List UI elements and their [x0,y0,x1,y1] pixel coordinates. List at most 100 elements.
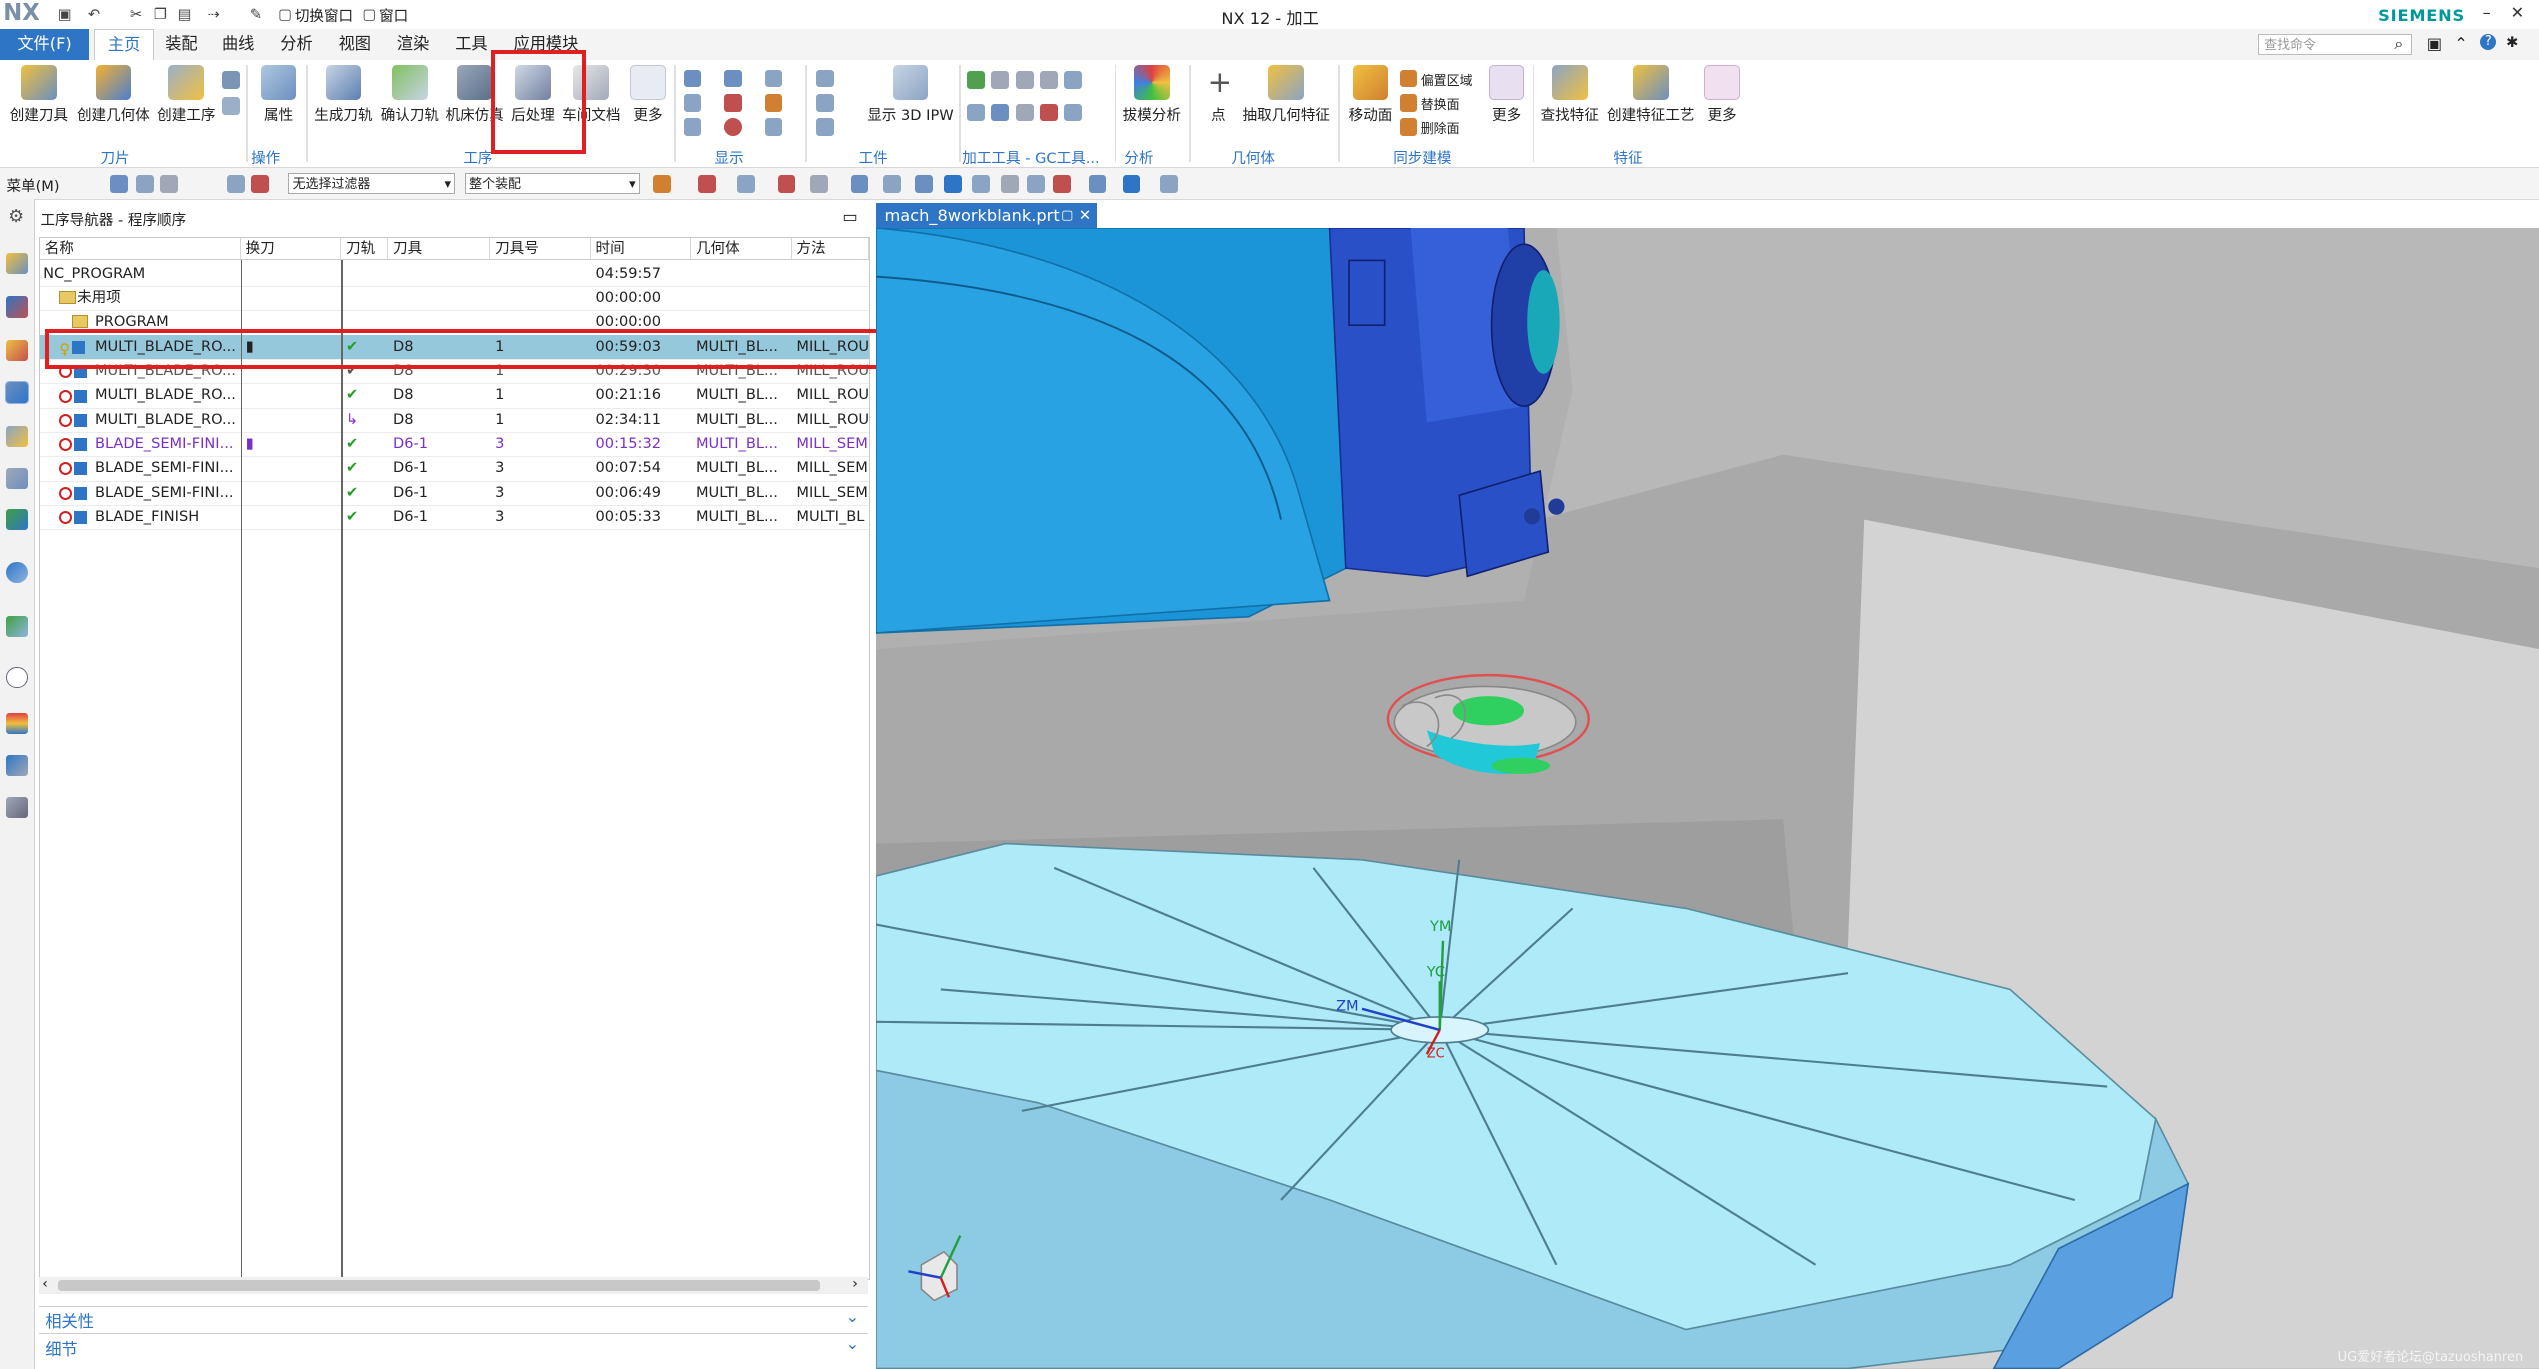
view-icon-4[interactable] [944,174,963,193]
verify-path-button[interactable]: 确认刀轨 [379,64,441,125]
expand-chevron-icon[interactable]: ⌄ [846,1334,860,1353]
operation-navigator-icon[interactable] [5,381,29,405]
collapse-ribbon-icon[interactable]: ⌃ [2454,34,2468,53]
system-materials-icon[interactable] [6,712,28,734]
constraint-navigator-icon[interactable] [6,340,28,362]
table-row[interactable]: NC_PROGRAM 04:59:57 [39,262,870,288]
workpiece-icon-3[interactable] [816,118,835,137]
gc-tool-icon-6[interactable] [967,103,985,122]
replace-face-button[interactable]: 替换面 [1421,94,1460,113]
part-navigator-icon[interactable] [6,252,28,274]
view-icon-7[interactable] [1027,174,1045,193]
snap-icon-1[interactable] [652,174,671,193]
display-icon-2[interactable] [683,93,702,112]
details-panel[interactable]: 细节 ⌄ [38,1333,869,1359]
group-label-actions[interactable]: 操作 [251,147,280,168]
minimize-button[interactable]: – [2474,3,2500,26]
delete-face-button[interactable]: 删除面 [1421,118,1460,137]
scope-dropdown[interactable]: 整个装配 [464,173,640,195]
assembly-navigator-icon[interactable] [6,296,28,318]
view-icon-11[interactable] [1159,174,1178,193]
display-icon-5[interactable] [724,93,742,112]
snap-icon-3[interactable] [737,174,755,193]
small-op-icon-2[interactable] [221,97,240,115]
display-icon-6[interactable] [724,118,742,137]
settings-icon[interactable]: ⚙ [8,206,24,227]
more-button-2[interactable]: 更多 [1487,64,1526,125]
column-header-path[interactable]: 刀轨 [341,237,389,261]
view-icon-5[interactable] [972,174,990,193]
snap-icon-5[interactable] [810,174,828,193]
selection-icon-1[interactable] [110,174,128,193]
view-icon-9[interactable] [1088,174,1107,193]
graphics-tab[interactable]: mach_8workblank.prt ▢ ✕ [876,202,1097,229]
search-icon[interactable]: ⌕ [2394,34,2403,54]
column-header-name[interactable]: 名称 [39,237,241,261]
view-icon-2[interactable] [882,174,901,193]
display-icon-1[interactable] [683,69,702,88]
float-window-icon[interactable]: ▢ [1061,203,1073,229]
resource-icon[interactable]: ✱ [2506,34,2518,51]
tab-view[interactable]: 视图 [330,29,379,60]
table-row[interactable]: MULTI_BLADE_RO... ✔ D8 1 00:21:16 MULTI_BL...… [39,383,870,409]
more-button-3[interactable]: 更多 [1703,64,1742,125]
type-filter-dropdown[interactable]: 无选择过滤器 [288,173,456,195]
expand-chevron-icon[interactable]: ⌄ [846,1307,860,1326]
workpiece-icon-2[interactable] [816,93,835,112]
view-icon-8[interactable] [1053,174,1071,193]
table-row[interactable]: BLADE_SEMI-FINI... ▮ ✔ D6-1 3 00:15:32 MULTI_B… [39,432,870,458]
column-header-geometry[interactable]: 几何体 [691,237,792,261]
tab-render[interactable]: 渲染 [389,29,438,60]
machine-navigator-icon[interactable] [6,426,28,448]
menu-button[interactable]: 菜单(M) [6,175,59,196]
column-header-toolchange[interactable]: 换刀 [240,237,342,261]
close-button[interactable]: ✕ [2505,3,2531,26]
create-geometry-button[interactable]: 创建几何体 [75,64,153,125]
create-operation-button[interactable]: 创建工序 [156,64,218,125]
view-icon-3[interactable] [915,174,934,193]
gc-tool-icon-9[interactable] [1040,103,1058,122]
draft-analysis-button[interactable]: 拔模分析 [1121,64,1183,125]
selection-icon-4[interactable] [226,174,245,193]
point-button[interactable]: + 点 [1202,65,1234,125]
dependencies-panel[interactable]: 相关性 ⌄ [38,1305,869,1331]
column-header-time[interactable]: 时间 [590,237,692,261]
display-icon-4[interactable] [724,69,742,88]
tab-home[interactable]: 主页 [93,29,155,61]
show-ipw-button[interactable]: 显示 3D IPW [865,64,956,125]
gc-tool-icon-1[interactable] [967,71,985,90]
file-menu[interactable]: 文件(F) [0,29,90,60]
move-face-button[interactable]: 移动面 [1345,64,1397,125]
find-feature-button[interactable]: 查找特征 [1539,64,1601,125]
ribbon-toggle-icon[interactable]: ▣ [2427,34,2442,53]
column-header-tool[interactable]: 刀具 [388,237,491,261]
horizontal-scrollbar[interactable]: ‹ › [38,1275,869,1295]
selection-icon-5[interactable] [251,174,269,193]
gc-tool-icon-2[interactable] [991,71,1010,90]
tab-assembly[interactable]: 装配 [157,29,206,60]
column-header-toolno[interactable]: 刀具号 [490,237,591,261]
history-palette-icon[interactable] [6,615,28,637]
reuse-library-icon[interactable] [6,508,28,530]
gc-tool-icon-3[interactable] [1015,71,1034,90]
table-row[interactable]: 未用项 00:00:00 [39,286,870,312]
display-icon-3[interactable] [683,118,702,137]
gc-tool-icon-8[interactable] [1015,103,1034,122]
selection-icon-3[interactable] [160,174,179,193]
display-icon-9[interactable] [764,118,783,137]
table-row[interactable]: BLADE_FINISH ✔ D6-1 3 00:05:33 MULTI_BL... MUL… [39,505,870,531]
view-icon-10[interactable] [1122,174,1141,193]
process-studio-icon[interactable] [6,754,28,776]
more-button-1[interactable]: 更多 [629,64,668,125]
web-browser-icon[interactable] [6,562,28,584]
gc-tool-icon-4[interactable] [1040,71,1058,90]
snap-icon-4[interactable] [777,174,796,193]
gc-tool-icon-5[interactable] [1064,71,1083,90]
scroll-right-icon[interactable]: › [852,1275,858,1292]
gc-tool-icon-7[interactable] [991,103,1010,122]
scrollbar-thumb[interactable] [58,1279,820,1292]
display-icon-7[interactable] [764,69,783,88]
create-tool-button[interactable]: 创建刀具 [8,64,70,125]
view-icon-6[interactable] [1001,174,1019,193]
create-feature-process-button[interactable]: 创建特征工艺 [1605,64,1696,125]
